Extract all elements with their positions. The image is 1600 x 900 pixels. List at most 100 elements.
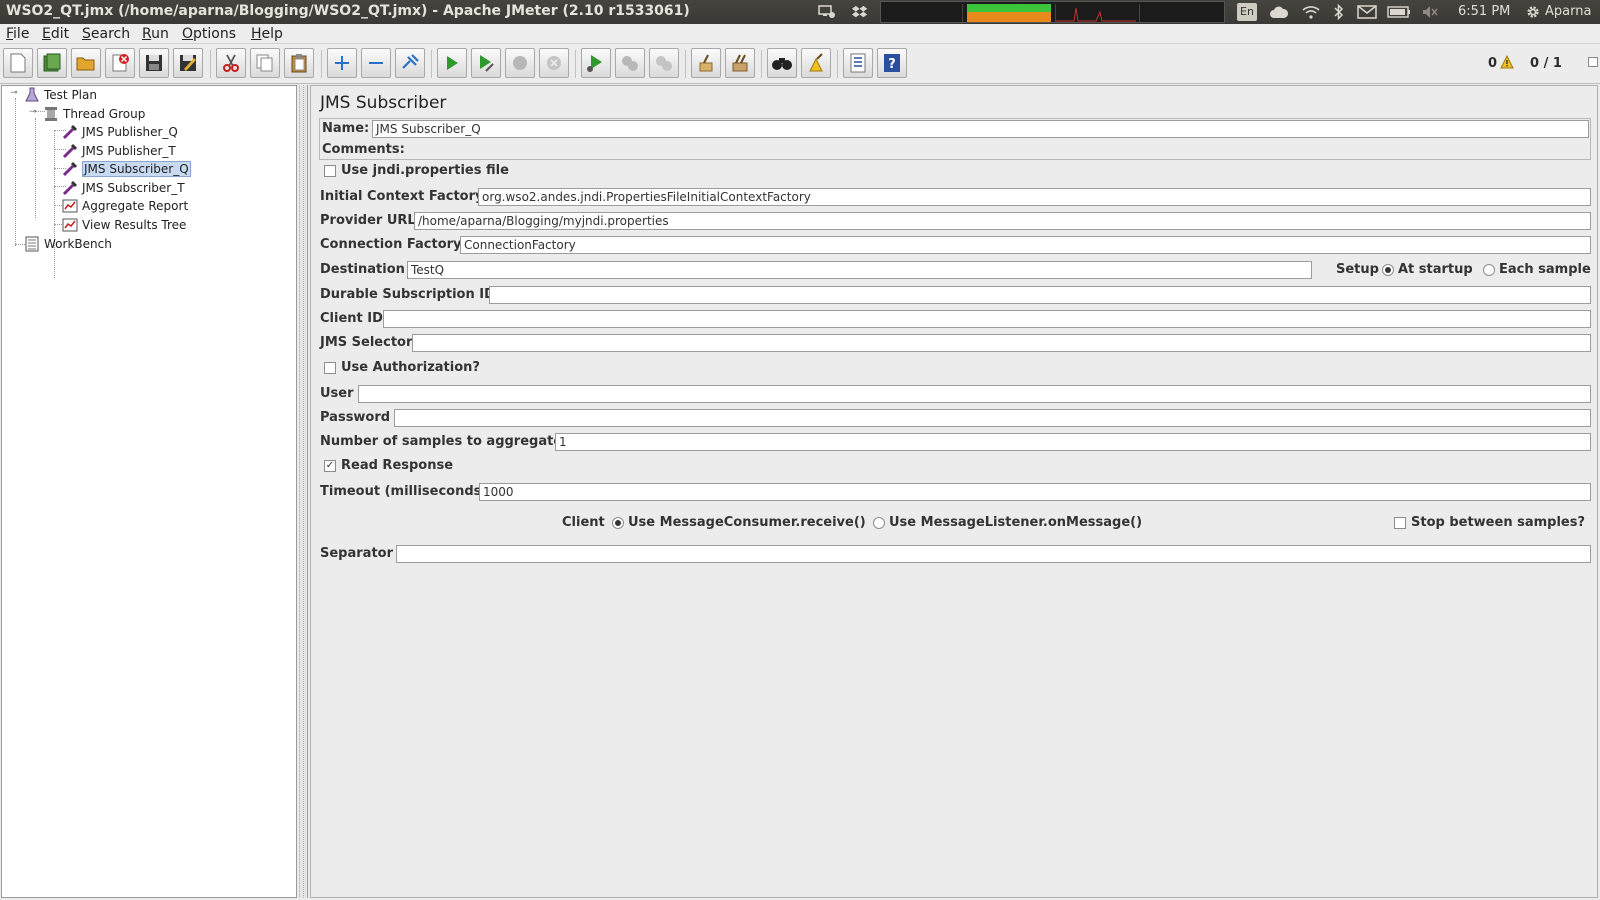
stop-between-samples-checkbox[interactable] <box>1394 517 1406 529</box>
menu-search[interactable]: Search <box>82 26 130 42</box>
separator-field[interactable] <box>396 545 1591 563</box>
gear-icon[interactable] <box>1522 0 1544 24</box>
comments-field[interactable] <box>407 142 1589 160</box>
close-icon[interactable] <box>105 48 135 78</box>
tree-item-test-plan[interactable]: Test Plan <box>24 86 97 104</box>
durable-subscription-field[interactable] <box>489 286 1591 304</box>
thread-count: 0 / 1 <box>1530 56 1562 71</box>
battery-icon[interactable] <box>1385 0 1413 24</box>
mail-icon[interactable] <box>1354 0 1380 24</box>
tree-item-label: Test Plan <box>44 88 97 102</box>
open-icon[interactable] <box>71 48 101 78</box>
expand-toggle-test-plan[interactable]: ⊸ <box>10 89 19 98</box>
read-response-label: Read Response <box>341 458 454 473</box>
name-label: Name: <box>322 121 370 136</box>
tree-item-jms-subscriber-q[interactable]: JMS Subscriber_Q <box>62 160 191 178</box>
tree-item-aggregate-report[interactable]: Aggregate Report <box>62 197 188 215</box>
shutdown-icon[interactable] <box>539 48 569 78</box>
tree-item-workbench[interactable]: WorkBench <box>24 235 112 253</box>
provider-url-field[interactable]: /home/aparna/Blogging/myjndi.properties <box>414 212 1591 230</box>
tree-item-jms-subscriber-t[interactable]: JMS Subscriber_T <box>62 179 185 197</box>
expand-toggle-thread-group[interactable]: ⊸ <box>29 108 38 117</box>
start-icon[interactable] <box>437 48 467 78</box>
connection-factory-label: Connection Factory <box>320 237 462 252</box>
read-response-checkbox[interactable]: ✓ <box>324 460 336 472</box>
setup-each-sample-label: Each sample <box>1499 262 1591 277</box>
keyboard-layout[interactable]: En <box>1237 3 1257 21</box>
durable-subscription-label: Durable Subscription ID <box>320 287 495 302</box>
save-as-icon[interactable] <box>173 48 203 78</box>
destination-field[interactable]: TestQ <box>407 261 1312 279</box>
start-no-timers-icon[interactable] <box>471 48 501 78</box>
stop-icon[interactable] <box>505 48 535 78</box>
setup-each-sample-radio[interactable] <box>1483 264 1495 276</box>
tree-item-jms-publisher-q[interactable]: JMS Publisher_Q <box>62 123 178 141</box>
tree-item-jms-publisher-t[interactable]: JMS Publisher_T <box>62 142 176 160</box>
collapse-icon[interactable] <box>361 48 391 78</box>
bluetooth-icon[interactable] <box>1328 0 1350 24</box>
remote-stop-icon[interactable] <box>615 48 645 78</box>
connection-factory-field[interactable]: ConnectionFactory <box>460 236 1591 254</box>
setup-label: Setup <box>1336 262 1379 277</box>
cloud-icon[interactable] <box>1266 0 1292 24</box>
title-bar: WSO2_QT.jmx (/home/aparna/Blogging/WSO2_… <box>0 0 1600 24</box>
menu-file[interactable]: File <box>6 26 29 42</box>
reset-search-icon[interactable] <box>801 48 831 78</box>
system-monitor[interactable] <box>880 1 1225 23</box>
remote-start-icon[interactable] <box>581 48 611 78</box>
new-icon[interactable] <box>3 48 33 78</box>
comments-label: Comments: <box>322 142 405 157</box>
save-icon[interactable] <box>139 48 169 78</box>
warning-icon[interactable] <box>1500 54 1514 73</box>
icf-field[interactable]: org.wso2.andes.jndi.PropertiesFileInitia… <box>478 188 1591 206</box>
client-id-label: Client ID <box>320 311 383 326</box>
tree-item-view-results-tree[interactable]: View Results Tree <box>62 216 186 234</box>
report-icon <box>62 198 78 214</box>
client-listener-radio[interactable] <box>873 517 885 529</box>
client-label: Client <box>562 515 605 530</box>
use-jndi-label: Use jndi.properties file <box>341 163 509 178</box>
remote-shutdown-icon[interactable] <box>649 48 679 78</box>
user-menu[interactable]: Aparna <box>1545 4 1591 19</box>
client-receive-radio[interactable] <box>612 517 624 529</box>
tree-item-thread-group[interactable]: Thread Group <box>43 105 145 123</box>
clear-all-icon[interactable] <box>725 48 755 78</box>
tree-item-label: View Results Tree <box>82 218 187 232</box>
menu-edit[interactable]: Edit <box>42 26 69 42</box>
templates-icon[interactable] <box>37 48 67 78</box>
dropbox-icon[interactable] <box>848 0 872 24</box>
jms-selector-field[interactable] <box>412 334 1591 352</box>
workbench-icon <box>24 236 40 252</box>
wifi-icon[interactable] <box>1298 0 1324 24</box>
cut-icon[interactable] <box>216 48 246 78</box>
display-network-icon[interactable] <box>815 0 839 24</box>
split-pane-divider[interactable] <box>299 85 308 898</box>
toggle-icon[interactable] <box>395 48 425 78</box>
use-jndi-checkbox[interactable] <box>324 165 336 177</box>
clock[interactable]: 6:51 PM <box>1458 4 1510 19</box>
test-plan-tree[interactable]: ⊸ ⊸ Test Plan Thread Group JMS Publisher… <box>1 85 297 898</box>
menu-options[interactable]: Options <box>182 26 236 42</box>
clear-icon[interactable] <box>691 48 721 78</box>
copy-icon[interactable] <box>250 48 280 78</box>
dropper-icon <box>62 161 78 177</box>
setup-at-startup-label: At startup <box>1398 262 1473 277</box>
expand-icon[interactable] <box>327 48 357 78</box>
use-authorization-checkbox[interactable] <box>324 362 336 374</box>
menu-help[interactable]: Help <box>251 26 283 42</box>
menu-run[interactable]: Run <box>142 26 169 42</box>
user-label: User <box>320 386 354 401</box>
password-field[interactable] <box>394 409 1591 427</box>
function-helper-icon[interactable] <box>843 48 873 78</box>
samples-to-aggregate-field[interactable]: 1 <box>555 433 1591 451</box>
name-field[interactable]: JMS Subscriber_Q <box>372 120 1589 138</box>
timeout-field[interactable]: 1000 <box>479 483 1591 501</box>
search-icon[interactable] <box>767 48 797 78</box>
setup-at-startup-radio[interactable] <box>1382 264 1394 276</box>
client-id-field[interactable] <box>383 310 1591 328</box>
help-icon[interactable]: ? <box>877 48 907 78</box>
user-field[interactable] <box>358 385 1591 403</box>
toolbar: ? 0 0 / 1 <box>0 44 1600 84</box>
paste-icon[interactable] <box>284 48 314 78</box>
volume-muted-icon[interactable] <box>1418 0 1442 24</box>
